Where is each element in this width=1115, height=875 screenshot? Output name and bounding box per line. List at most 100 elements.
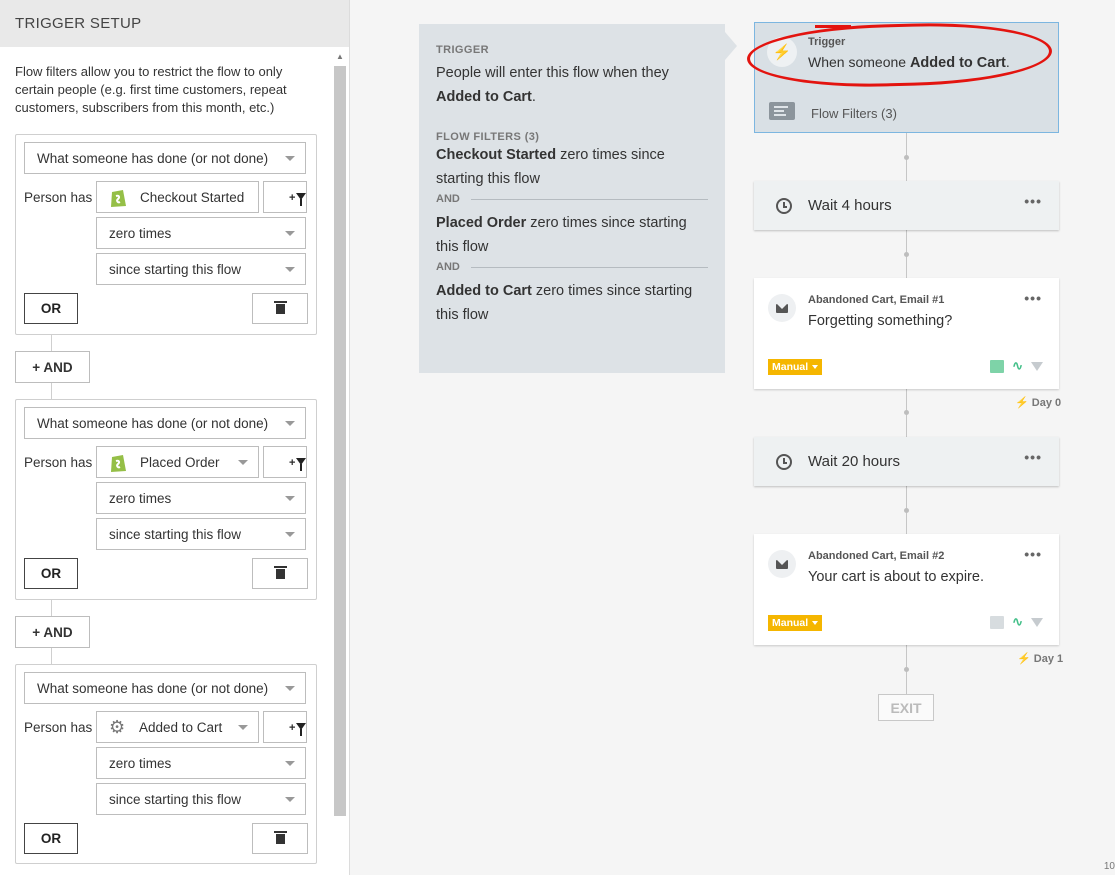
- email-subject: Forgetting something?: [808, 313, 953, 329]
- email-name: Abandoned Cart, Email #1: [808, 294, 945, 306]
- divider-line: [470, 266, 708, 268]
- email-stat-icons: ∿: [990, 358, 1043, 374]
- status-badge[interactable]: Manual: [768, 615, 823, 631]
- or-button[interactable]: OR: [24, 293, 78, 324]
- delete-filter-button[interactable]: [252, 823, 308, 854]
- connector-dot: [904, 252, 909, 257]
- and-button[interactable]: + AND: [15, 351, 90, 383]
- filter-icon: [1031, 617, 1043, 627]
- connector-dot: [904, 508, 909, 513]
- panel-body: Flow filters allow you to restrict the f…: [0, 47, 333, 875]
- metric-value: Checkout Started: [140, 189, 245, 205]
- trash-icon: [273, 565, 287, 579]
- and-button[interactable]: + AND: [15, 616, 90, 648]
- filter-card: What someone has done (or not done) Pers…: [15, 664, 317, 864]
- connector-line: [51, 600, 333, 616]
- plus-icon: +: [289, 722, 296, 734]
- email-node[interactable]: Abandoned Cart, Email #2 Your cart is ab…: [754, 534, 1059, 645]
- and-divider: AND: [436, 193, 708, 205]
- condition-text: Added to Cart zero times since starting …: [436, 279, 708, 327]
- flow-filters-icon: [769, 102, 795, 120]
- email-icon: [768, 550, 796, 578]
- person-has-label: Person has: [24, 190, 93, 205]
- email-node[interactable]: Abandoned Cart, Email #1 Forgetting some…: [754, 278, 1059, 389]
- plus-icon: +: [289, 192, 296, 204]
- metric-select[interactable]: Checkout Started: [96, 181, 259, 213]
- status-label: Manual: [772, 617, 809, 629]
- divider-line: [470, 198, 708, 200]
- connector-line: [51, 648, 333, 664]
- more-options-icon[interactable]: •••: [1024, 290, 1042, 306]
- metric-select[interactable]: ⚙ Added to Cart: [96, 711, 259, 743]
- scrollbar-thumb[interactable]: [334, 66, 346, 816]
- or-button[interactable]: OR: [24, 823, 78, 854]
- filter-type-select[interactable]: What someone has done (or not done): [24, 142, 306, 174]
- chevron-down-icon: [285, 532, 295, 537]
- wait-node[interactable]: Wait 20 hours •••: [754, 437, 1059, 486]
- chevron-down-icon: [285, 267, 295, 272]
- frequency-select[interactable]: zero times: [96, 747, 306, 779]
- chevron-down-icon: [238, 460, 248, 465]
- metric-select[interactable]: Placed Order: [96, 446, 259, 478]
- condition-text: Placed Order zero times since starting t…: [436, 211, 708, 259]
- email-subject: Your cart is about to expire.: [808, 569, 984, 585]
- delete-filter-button[interactable]: [252, 293, 308, 324]
- time-range-value: since starting this flow: [109, 261, 242, 277]
- day-label: ⚡ Day 1: [1017, 653, 1064, 665]
- delete-filter-button[interactable]: [252, 558, 308, 589]
- time-range-value: since starting this flow: [109, 526, 242, 542]
- wait-label: Wait 4 hours: [808, 197, 892, 214]
- status-badge[interactable]: Manual: [768, 359, 823, 375]
- exit-node: EXIT: [878, 694, 934, 721]
- day-label: ⚡ Day 0: [1015, 397, 1062, 409]
- clock-icon: [776, 197, 792, 214]
- filter-type-value: What someone has done (or not done): [37, 150, 269, 166]
- plus-icon: +: [289, 457, 296, 469]
- chevron-down-icon: [238, 725, 248, 730]
- chevron-down-icon: [285, 686, 295, 691]
- add-property-filter-button[interactable]: +: [263, 711, 307, 743]
- email-icon: [768, 294, 796, 322]
- or-button[interactable]: OR: [24, 558, 78, 589]
- and-label: AND: [436, 193, 460, 205]
- frequency-value: zero times: [109, 490, 172, 506]
- condition-metric: Added to Cart: [436, 283, 532, 299]
- connector-line: [51, 335, 333, 351]
- add-property-filter-button[interactable]: +: [263, 446, 307, 478]
- more-options-icon[interactable]: •••: [1024, 449, 1042, 465]
- connector-dot: [904, 410, 909, 415]
- funnel-icon: [296, 723, 306, 736]
- funnel-icon: [296, 193, 306, 206]
- more-options-icon[interactable]: •••: [1024, 546, 1042, 562]
- time-range-value: since starting this flow: [109, 791, 242, 807]
- connector-dot: [904, 667, 909, 672]
- filter-type-select[interactable]: What someone has done (or not done): [24, 407, 306, 439]
- add-property-filter-button[interactable]: +: [263, 181, 307, 213]
- chevron-down-icon: [285, 156, 295, 161]
- chevron-down-icon: [812, 621, 819, 625]
- more-options-icon[interactable]: •••: [1024, 193, 1042, 209]
- intro-text: Flow filters allow you to restrict the f…: [15, 64, 287, 115]
- wait-node[interactable]: Wait 4 hours •••: [754, 181, 1059, 230]
- time-range-select[interactable]: since starting this flow: [96, 253, 306, 285]
- flow-filters-label[interactable]: Flow Filters (3): [811, 106, 897, 121]
- frequency-select[interactable]: zero times: [96, 482, 306, 514]
- filter-type-select[interactable]: What someone has done (or not done): [24, 672, 306, 704]
- shopify-icon: [111, 454, 126, 472]
- flow-filters-heading: FLOW FILTERS (3): [436, 131, 540, 143]
- time-range-select[interactable]: since starting this flow: [96, 518, 306, 550]
- filter-type-value: What someone has done (or not done): [37, 415, 269, 431]
- analytics-icon: ∿: [1012, 358, 1023, 373]
- email-stat-icons: ∿: [990, 614, 1043, 630]
- time-range-select[interactable]: since starting this flow: [96, 783, 306, 815]
- email-name: Abandoned Cart, Email #2: [808, 550, 945, 562]
- chevron-down-icon: [285, 496, 295, 501]
- chevron-down-icon: [285, 231, 295, 236]
- filter-card: What someone has done (or not done) Pers…: [15, 399, 317, 600]
- metric-value: Added to Cart: [139, 719, 223, 735]
- panel-scrollbar[interactable]: ▲: [334, 50, 346, 875]
- smart-sending-icon: [990, 359, 1005, 373]
- person-has-label: Person has: [24, 720, 93, 735]
- scroll-up-arrow-icon[interactable]: ▲: [334, 50, 346, 64]
- frequency-select[interactable]: zero times: [96, 217, 306, 249]
